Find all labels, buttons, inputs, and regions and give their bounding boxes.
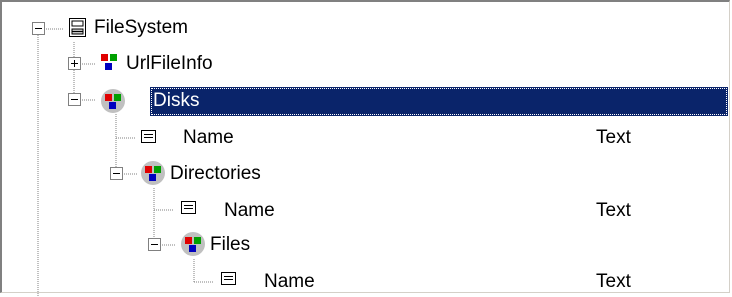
collapse-toggle[interactable] bbox=[110, 167, 123, 180]
tree-node-name[interactable]: Name bbox=[264, 270, 315, 294]
entity-collection-icon bbox=[181, 232, 205, 256]
field-icon bbox=[181, 201, 196, 214]
tree-node-name[interactable]: Name bbox=[224, 199, 275, 223]
tree-node-directories[interactable]: Directories bbox=[170, 162, 261, 186]
entity-collection-icon bbox=[101, 89, 125, 113]
database-table-icon bbox=[69, 18, 86, 37]
expand-toggle[interactable] bbox=[68, 57, 81, 70]
collapse-toggle[interactable] bbox=[32, 22, 45, 35]
tree-node-name[interactable]: Name bbox=[183, 126, 234, 150]
collapse-toggle[interactable] bbox=[68, 93, 81, 106]
tree-node-files[interactable]: Files bbox=[210, 233, 250, 257]
field-icon bbox=[221, 272, 236, 285]
selection-highlight bbox=[150, 87, 728, 116]
entity-collection-icon bbox=[141, 161, 165, 185]
tree-node-urlfileinfo[interactable]: UrlFileInfo bbox=[126, 52, 213, 76]
tree-node-disks[interactable]: Disks bbox=[153, 89, 199, 113]
field-icon bbox=[141, 130, 156, 143]
collapse-toggle[interactable] bbox=[148, 238, 161, 251]
field-type: Text bbox=[596, 127, 631, 148]
tree-view[interactable]: FileSystem UrlFileInfo Disks Name Text D… bbox=[0, 0, 730, 297]
tree-node-filesystem[interactable]: FileSystem bbox=[94, 16, 188, 40]
entity-icon bbox=[101, 54, 117, 70]
field-type: Text bbox=[596, 200, 631, 221]
field-type: Text bbox=[596, 271, 631, 292]
